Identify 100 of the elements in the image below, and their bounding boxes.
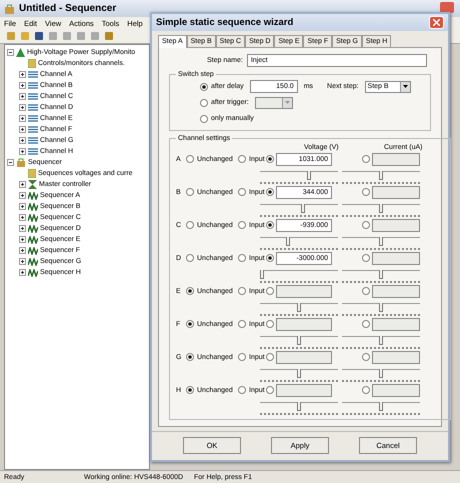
dialog-title: Simple static sequence wizard [156, 16, 294, 28]
current-field[interactable] [372, 318, 420, 331]
expand-icon[interactable] [19, 115, 26, 122]
expand-icon[interactable] [19, 258, 26, 265]
voltage-field[interactable] [276, 318, 332, 331]
current-slider[interactable] [342, 336, 420, 350]
voltage-radio[interactable] [266, 353, 274, 362]
current-field[interactable] [372, 384, 420, 397]
voltage-radio[interactable] [266, 155, 274, 164]
voltage-field[interactable] [276, 284, 332, 298]
voltage-slider[interactable] [260, 204, 338, 218]
lines-icon [28, 115, 38, 122]
expand-icon[interactable] [19, 236, 26, 243]
voltage-slider[interactable] [260, 170, 338, 185]
slider-thumb[interactable] [286, 236, 290, 246]
current-slider[interactable] [342, 302, 420, 317]
slider-thumb[interactable] [379, 170, 383, 180]
lines-icon [28, 71, 38, 78]
current-field[interactable] [372, 218, 420, 232]
radio-icon [186, 320, 194, 328]
current-slider[interactable] [342, 236, 420, 251]
voltage-slider[interactable] [260, 402, 338, 416]
hourglass-icon [28, 180, 37, 189]
current-radio[interactable] [362, 386, 370, 394]
lines-icon [28, 126, 38, 133]
voltage-radio[interactable] [266, 254, 274, 262]
expand-icon[interactable] [19, 192, 26, 199]
window-title: Untitled - Sequencer [19, 3, 116, 14]
caret-icon [284, 101, 290, 104]
slider-thumb[interactable] [260, 270, 264, 279]
collapse-icon[interactable] [7, 49, 14, 56]
current-slider[interactable] [342, 368, 420, 383]
expand-icon[interactable] [19, 214, 26, 221]
expand-icon[interactable] [19, 104, 26, 111]
current-radio[interactable] [362, 287, 370, 296]
close-button[interactable] [440, 2, 454, 13]
document-icon [28, 169, 36, 178]
voltage-radio[interactable] [266, 221, 274, 230]
radio-icon [238, 353, 246, 362]
slider-thumb[interactable] [379, 302, 383, 312]
triangle-icon [16, 48, 25, 57]
current-slider[interactable] [342, 270, 420, 284]
current-field[interactable] [372, 284, 420, 298]
radio-icon [186, 353, 194, 362]
slider-thumb[interactable] [297, 368, 301, 378]
slider-thumb[interactable] [297, 336, 301, 345]
slider-thumb[interactable] [300, 204, 305, 213]
slider-thumb[interactable] [379, 368, 383, 378]
current-radio[interactable] [362, 254, 370, 262]
expand-icon[interactable] [19, 71, 26, 78]
expand-icon[interactable] [19, 82, 26, 89]
close-button[interactable] [429, 16, 444, 29]
current-radio[interactable] [362, 353, 370, 362]
voltage-radio[interactable] [266, 287, 274, 296]
expand-icon[interactable] [19, 126, 26, 133]
slider-thumb[interactable] [307, 170, 312, 180]
voltage-slider[interactable] [260, 302, 338, 317]
lines-icon [28, 148, 38, 155]
voltage-slider[interactable] [260, 336, 338, 350]
slider-thumb[interactable] [379, 336, 383, 345]
current-field[interactable] [372, 350, 420, 364]
expand-icon[interactable] [19, 148, 26, 155]
expand-icon[interactable] [19, 269, 26, 276]
slider-thumb[interactable] [297, 402, 301, 411]
radio-icon [186, 188, 194, 196]
current-radio[interactable] [362, 188, 370, 196]
current-radio[interactable] [362, 320, 370, 328]
expand-icon[interactable] [19, 93, 26, 100]
expand-icon[interactable] [19, 137, 26, 144]
expand-icon[interactable] [19, 181, 26, 188]
radio-icon [238, 221, 246, 230]
lines-icon [28, 82, 38, 89]
lines-icon [28, 104, 38, 111]
voltage-radio[interactable] [266, 188, 274, 196]
expand-icon[interactable] [19, 203, 26, 210]
slider-thumb[interactable] [379, 236, 383, 246]
current-slider[interactable] [342, 170, 420, 185]
expand-icon[interactable] [19, 225, 26, 232]
current-field[interactable] [372, 152, 420, 166]
voltage-slider[interactable] [260, 236, 338, 251]
voltage-radio[interactable] [266, 386, 274, 394]
voltage-slider[interactable] [260, 368, 338, 383]
slider-thumb[interactable] [297, 302, 301, 312]
slider-thumb[interactable] [379, 402, 383, 411]
slider-thumb[interactable] [379, 270, 383, 279]
slider-thumb[interactable] [379, 204, 383, 213]
expand-icon[interactable] [19, 247, 26, 254]
current-slider[interactable] [342, 402, 420, 416]
current-radio[interactable] [362, 155, 370, 164]
voltage-radio[interactable] [266, 320, 274, 328]
caret-icon [402, 85, 408, 88]
radio-icon [238, 188, 246, 196]
current-radio[interactable] [362, 221, 370, 230]
collapse-icon[interactable] [7, 159, 14, 166]
current-slider[interactable] [342, 204, 420, 218]
voltage-field[interactable] [276, 384, 332, 397]
current-field[interactable] [372, 186, 420, 199]
current-field[interactable] [372, 252, 420, 265]
voltage-field[interactable] [276, 350, 332, 364]
voltage-slider[interactable] [260, 270, 338, 284]
